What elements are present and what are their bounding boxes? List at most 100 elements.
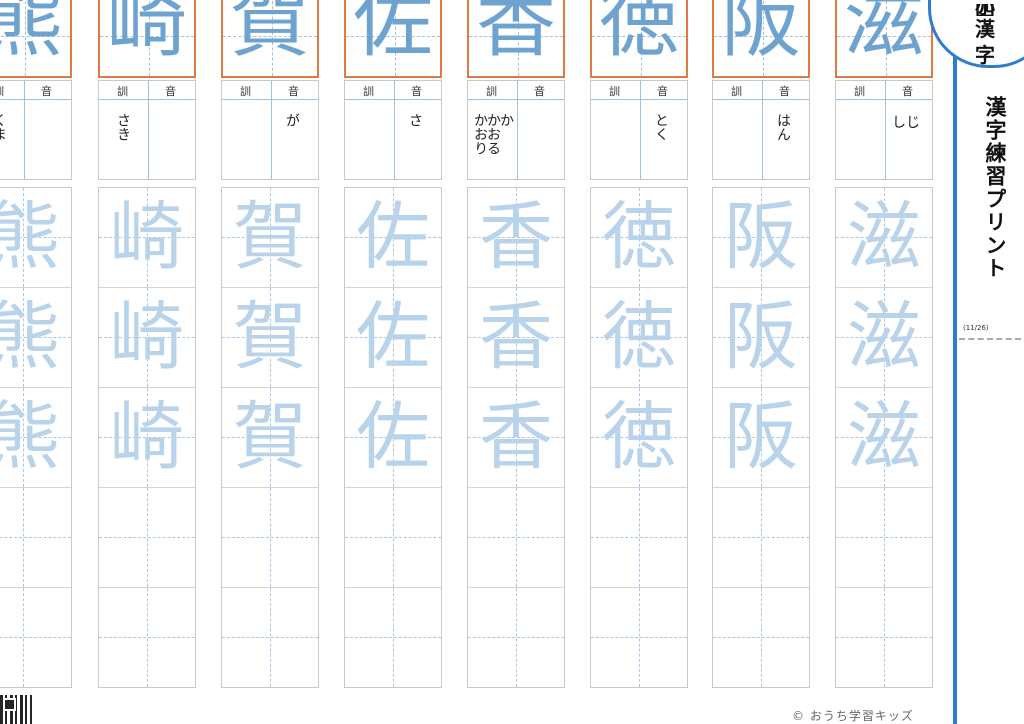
- model-kanji-box: 香: [467, 0, 565, 78]
- kun-label: 訓: [609, 85, 620, 98]
- kun-label: 訓: [486, 85, 497, 98]
- on-label: 音: [288, 85, 299, 98]
- blank-cell[interactable]: [713, 588, 809, 687]
- blank-cell[interactable]: [222, 488, 318, 588]
- model-kanji-box: 阪: [712, 0, 810, 78]
- blank-cell[interactable]: [713, 488, 809, 588]
- page-title: 漢字練習プリント: [983, 96, 1007, 280]
- blank-cell[interactable]: [345, 588, 441, 687]
- trace-kanji: 阪: [724, 194, 798, 280]
- practice-grid: 阪 阪 阪: [712, 187, 810, 688]
- blank-cell[interactable]: [99, 488, 195, 588]
- kun-label: 訓: [854, 85, 865, 98]
- trace-kanji: 佐: [356, 294, 430, 380]
- page-indicator: (11/26): [963, 324, 989, 332]
- on-reading: が: [284, 113, 300, 127]
- divider: [959, 338, 1021, 340]
- model-kanji: 崎: [107, 0, 187, 68]
- reading-box: 訓 音 しじ: [835, 80, 933, 180]
- on-label: 音: [411, 85, 422, 98]
- blank-cell[interactable]: [468, 588, 564, 687]
- reading-box: 訓 音 さ: [344, 80, 442, 180]
- on-label: 音: [165, 85, 176, 98]
- kun-reading-1: かおり: [472, 113, 488, 155]
- on-reading: しじ: [892, 115, 920, 131]
- reading-box: 訓 音 が: [221, 80, 319, 180]
- trace-kanji: 香: [479, 294, 553, 380]
- blank-cell[interactable]: [0, 488, 71, 588]
- model-kanji-box: 佐: [344, 0, 442, 78]
- kun-reading: さき: [115, 113, 131, 141]
- blank-cell[interactable]: [836, 488, 932, 588]
- blank-cell[interactable]: [99, 588, 195, 687]
- model-kanji: 賀: [230, 0, 310, 68]
- kun-label: 訓: [731, 85, 742, 98]
- kun-label: 訓: [0, 83, 4, 99]
- trace-kanji: 熊: [0, 390, 71, 484]
- model-kanji: 佐: [353, 0, 433, 68]
- reading-box: 訓 音 さき: [98, 80, 196, 180]
- trace-kanji: 佐: [356, 194, 430, 280]
- trace-kanji: 賀: [233, 294, 307, 380]
- model-kanji: 熊: [0, 0, 70, 72]
- practice-grid: 徳 徳 徳: [590, 187, 688, 688]
- trace-kanji: 熊: [0, 190, 71, 284]
- trace-kanji: 徳: [602, 294, 676, 380]
- trace-kanji: 熊: [0, 290, 71, 384]
- practice-grid: 香 香 香: [467, 187, 565, 688]
- reading-box: 訓 音 くま: [0, 80, 72, 180]
- blank-cell[interactable]: [0, 588, 71, 687]
- kun-label: 訓: [363, 85, 374, 98]
- kun-label: 訓: [240, 85, 251, 98]
- on-label: 音: [902, 85, 913, 98]
- model-kanji-box: 熊: [0, 0, 72, 78]
- category-text: 漢字: [975, 17, 995, 67]
- model-kanji-box: 崎: [98, 0, 196, 78]
- on-label: 音: [534, 85, 545, 98]
- on-label: 音: [657, 85, 668, 98]
- kun-label: 訓: [117, 85, 128, 98]
- on-reading: はん: [775, 113, 791, 141]
- reading-box: 訓 音 か かおる かおり: [467, 80, 565, 180]
- trace-kanji: 徳: [602, 194, 676, 280]
- trace-kanji: 香: [479, 394, 553, 480]
- blank-cell[interactable]: [345, 488, 441, 588]
- qr-code-icon[interactable]: [0, 695, 32, 724]
- blank-cell[interactable]: [591, 488, 687, 588]
- practice-grid: 崎 崎 崎: [98, 187, 196, 688]
- practice-grid: 滋 滋 滋: [835, 187, 933, 688]
- blank-cell[interactable]: [591, 588, 687, 687]
- trace-kanji: 滋: [847, 394, 921, 480]
- blank-cell[interactable]: [836, 588, 932, 687]
- trace-kanji: 香: [479, 194, 553, 280]
- model-kanji: 香: [476, 0, 556, 68]
- kun-reading: くま: [0, 113, 7, 141]
- trace-kanji: 阪: [724, 294, 798, 380]
- sidebar-rule: [953, 0, 957, 724]
- trace-kanji: 賀: [233, 394, 307, 480]
- blank-cell[interactable]: [222, 588, 318, 687]
- copyright: © おうち学習キッズ: [792, 709, 914, 723]
- on-reading: とく: [653, 113, 669, 141]
- on-label: 音: [41, 85, 52, 98]
- on-label: 音: [779, 85, 790, 98]
- reading-box: 訓 音 はん: [712, 80, 810, 180]
- grade-label: 小四: [975, 4, 995, 16]
- reading-box: 訓 音 とく: [590, 80, 688, 180]
- trace-kanji: 滋: [847, 294, 921, 380]
- practice-grid: 賀 賀 賀: [221, 187, 319, 688]
- trace-kanji: 佐: [356, 394, 430, 480]
- model-kanji-box: 徳: [590, 0, 688, 78]
- trace-kanji: 崎: [110, 194, 184, 280]
- practice-grid: 佐 佐 佐: [344, 187, 442, 688]
- blank-cell[interactable]: [468, 488, 564, 588]
- trace-kanji: 滋: [847, 194, 921, 280]
- category-label: 小四 漢字: [975, 4, 1003, 68]
- trace-kanji: 崎: [110, 394, 184, 480]
- sidebar: 小四 漢字 漢字練習プリント (11/26): [928, 0, 1024, 724]
- model-kanji: 阪: [721, 0, 801, 68]
- model-kanji: 滋: [844, 0, 924, 68]
- model-kanji-box: 滋: [835, 0, 933, 78]
- trace-kanji: 賀: [233, 194, 307, 280]
- trace-kanji: 徳: [602, 394, 676, 480]
